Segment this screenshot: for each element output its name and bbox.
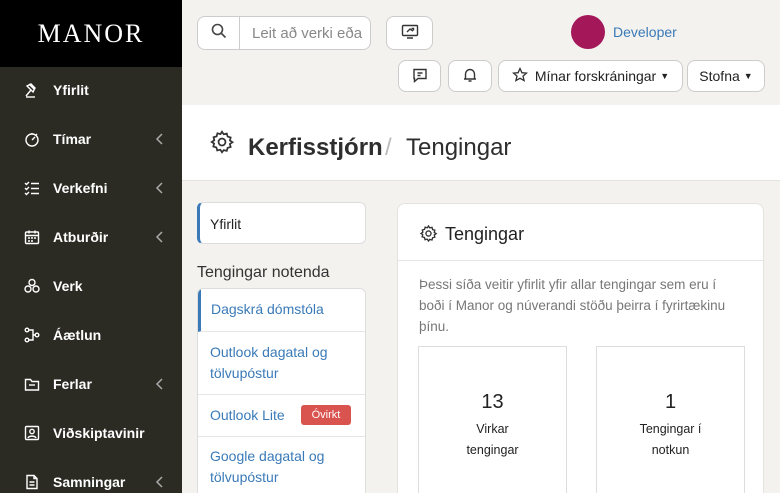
card-description: Þessi síða veitir yfirlit yfir allar ten… <box>419 277 726 334</box>
create-label: Stofna <box>699 68 740 84</box>
folder-icon <box>24 376 40 392</box>
sidebar-item-label: Viðskiptavinir <box>53 425 145 441</box>
stat-connections-in-use: 1 Tengingar í notkun <box>596 346 745 493</box>
stat-label: Tengingar í notkun <box>639 422 702 457</box>
create-button[interactable]: Stofna ▼ <box>687 60 765 92</box>
breadcrumb-main[interactable]: Kerfisstjórn <box>248 134 383 162</box>
my-registrations-label: Mínar forskráningar <box>534 68 657 84</box>
stat-value: 13 <box>481 391 504 413</box>
search-button[interactable] <box>197 16 240 50</box>
caret-down-icon: ▼ <box>743 71 753 81</box>
messages-button[interactable] <box>398 60 441 92</box>
avatar[interactable] <box>571 15 605 49</box>
screen-share-button[interactable] <box>386 16 433 50</box>
stat-active-connections: 13 Virkar tengingar <box>418 346 567 493</box>
chevron-left-icon <box>154 131 166 147</box>
subnav-item-label: Outlook Lite <box>210 407 285 423</box>
stat-label: Virkar tengingar <box>466 422 519 457</box>
user-name[interactable]: Developer <box>613 24 677 40</box>
sidebar-item-aaetlun[interactable]: Áætlun <box>0 315 182 355</box>
screen-share-icon <box>401 24 419 43</box>
sidebar-item-label: Yfirlit <box>53 82 89 98</box>
stat-value: 1 <box>664 391 677 413</box>
subnav-item-outlook-lite[interactable]: Outlook Lite Óvirkt <box>198 395 365 437</box>
subnav-item-outlook[interactable]: Outlook dagatal og tölvupóstur <box>198 332 365 395</box>
sidebar-item-label: Samningar <box>53 474 126 490</box>
chevron-left-icon <box>154 474 166 490</box>
search-input[interactable] <box>239 16 371 50</box>
sidebar-item-label: Atburðir <box>53 229 109 245</box>
card-title: Tengingar <box>445 224 525 244</box>
sidebar-item-verkefni[interactable]: Verkefni <box>0 168 182 208</box>
sidebar-item-ferlar[interactable]: Ferlar <box>0 364 182 404</box>
sidebar-item-samningar[interactable]: Samningar <box>0 462 182 493</box>
chevron-left-icon <box>154 229 166 245</box>
chat-icon <box>412 67 428 86</box>
caret-down-icon: ▼ <box>660 71 670 81</box>
page-title: Tengingar <box>406 134 512 161</box>
chevron-left-icon <box>154 180 166 196</box>
subnav-overview[interactable]: Yfirlit <box>197 202 366 244</box>
sidebar-item-atburdir[interactable]: Atburðir <box>0 217 182 257</box>
subnav-group-title: Tengingar notenda <box>197 264 330 281</box>
connections-card: Tengingar Þessi síða veitir yfirlit yfir… <box>397 203 764 493</box>
calendar-icon <box>24 229 40 245</box>
sidebar-item-timar[interactable]: Tímar <box>0 119 182 159</box>
breadcrumb-separator: / <box>385 134 392 161</box>
sidebar-item-vidskiptavinir[interactable]: Viðskiptavinir <box>0 413 182 453</box>
sidebar-item-label: Verk <box>53 278 83 294</box>
timer-icon <box>24 131 40 147</box>
document-icon <box>24 474 40 490</box>
gear-icon <box>419 224 438 248</box>
sidebar-item-verk[interactable]: Verk <box>0 266 182 306</box>
status-badge: Óvirkt <box>301 405 351 425</box>
card-header: Tengingar <box>398 204 763 261</box>
subnav-item-google[interactable]: Google dagatal og tölvupóstur <box>198 437 365 493</box>
page-header: Kerfisstjórn / Tengingar <box>182 105 780 181</box>
logo[interactable]: MANOR <box>0 0 182 67</box>
sidebar-item-yfirlit[interactable]: Yfirlit <box>0 70 182 110</box>
gear-icon <box>209 129 235 160</box>
search-icon <box>211 23 227 44</box>
subnav-item-court-schedule[interactable]: Dagskrá dómstóla <box>198 289 365 332</box>
sidebar: MANOR Yfirlit Tímar Verkefni Atburðir Ve… <box>0 0 182 493</box>
task-list-icon <box>24 180 40 196</box>
gavel-icon <box>24 82 40 98</box>
chevron-left-icon <box>154 376 166 392</box>
subnav-list: Dagskrá dómstóla Outlook dagatal og tölv… <box>197 288 366 493</box>
my-registrations-button[interactable]: Mínar forskráningar ▼ <box>498 60 683 92</box>
sidebar-item-label: Áætlun <box>53 327 102 343</box>
sidebar-item-label: Verkefni <box>53 180 108 196</box>
star-icon <box>511 66 528 86</box>
contacts-icon <box>24 425 40 441</box>
sidebar-item-label: Tímar <box>53 131 92 147</box>
notifications-button[interactable] <box>448 60 492 92</box>
bell-icon <box>462 67 478 86</box>
sidebar-item-label: Ferlar <box>53 376 92 392</box>
cluster-icon <box>24 278 40 294</box>
plan-icon <box>24 327 40 343</box>
